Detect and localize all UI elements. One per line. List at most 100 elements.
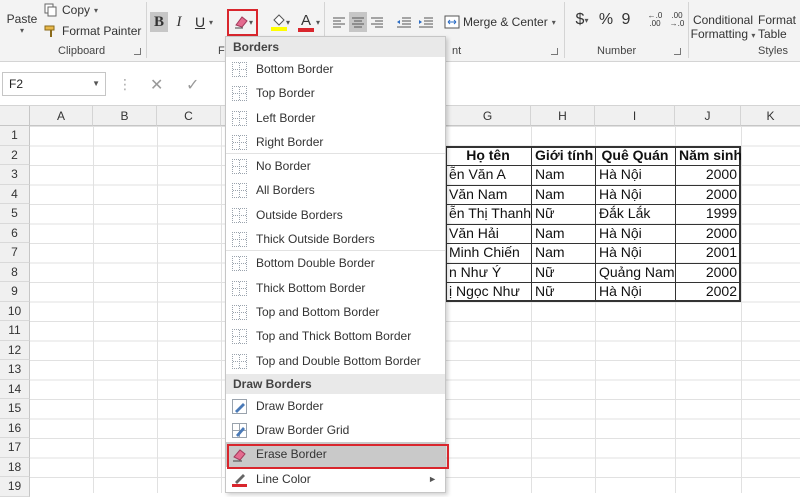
row-header[interactable]: 9 — [0, 282, 30, 302]
row-header[interactable]: 4 — [0, 184, 30, 204]
paste-button[interactable]: Paste ▾ — [2, 4, 42, 38]
table-cell[interactable]: 2000 — [675, 263, 741, 283]
format-painter-button[interactable]: Format Painter — [44, 21, 144, 41]
menu-item-top-border[interactable]: Top Border — [226, 81, 445, 105]
row-header[interactable]: 7 — [0, 243, 30, 263]
increase-decimal-button[interactable]: ←.0.00 — [643, 10, 667, 30]
menu-item-right-border[interactable]: Right Border — [226, 130, 445, 155]
row-header[interactable]: 12 — [0, 340, 30, 360]
row-header[interactable]: 6 — [0, 223, 30, 243]
increase-indent-button[interactable] — [416, 12, 436, 32]
row-header[interactable]: 5 — [0, 204, 30, 224]
table-cell[interactable]: 2001 — [675, 243, 741, 263]
table-cell[interactable]: Nam — [531, 243, 595, 263]
table-cell[interactable]: 2000 — [675, 165, 741, 185]
row-header[interactable]: 1 — [0, 126, 30, 146]
table-cell[interactable]: Hà Nội — [595, 282, 675, 302]
format-as-table-button[interactable]: Format Table — [758, 10, 800, 44]
fill-color-caret-icon[interactable]: ▾ — [286, 18, 290, 27]
table-cell[interactable]: ị Ngọc Như — [445, 282, 531, 302]
merge-center-button[interactable]: Merge & Center ▾ — [444, 12, 558, 32]
clipboard-launcher-icon[interactable] — [134, 48, 141, 55]
row-header[interactable]: 3 — [0, 165, 30, 185]
row-header[interactable]: 18 — [0, 457, 30, 477]
menu-item-all-borders[interactable]: All Borders — [226, 178, 445, 202]
menu-item-draw-border[interactable]: Draw Border — [226, 394, 445, 418]
row-header[interactable]: 8 — [0, 262, 30, 282]
row-header[interactable]: 17 — [0, 438, 30, 458]
menu-item-left-border[interactable]: Left Border — [226, 106, 445, 130]
menu-item-no-border[interactable]: No Border — [226, 154, 445, 178]
column-header-j[interactable]: J — [675, 106, 741, 126]
menu-item-bottom-border[interactable]: Bottom Border — [226, 57, 445, 81]
align-center-button[interactable] — [349, 12, 367, 32]
table-cell[interactable]: Hà Nội — [595, 185, 675, 205]
row-header[interactable]: 19 — [0, 477, 30, 497]
menu-item-draw-border-grid[interactable]: Draw Border Grid — [226, 418, 445, 442]
menu-item-outside-borders[interactable]: Outside Borders — [226, 203, 445, 227]
column-header-c[interactable]: C — [157, 106, 221, 126]
font-color-caret-icon[interactable]: ▾ — [316, 18, 320, 27]
table-header-cell[interactable]: Quê Quán — [595, 146, 675, 166]
number-launcher-icon[interactable] — [674, 48, 681, 55]
table-cell[interactable]: 1999 — [675, 204, 741, 224]
name-box[interactable]: F2 ▼ — [2, 72, 106, 96]
bold-button[interactable]: B — [150, 12, 168, 32]
conditional-formatting-button[interactable]: Conditional Formatting ▾ — [690, 10, 756, 44]
table-header-cell[interactable]: Họ tên — [445, 146, 531, 166]
table-header-cell[interactable]: Giới tính — [531, 146, 595, 166]
align-left-button[interactable] — [330, 12, 348, 32]
italic-button[interactable]: I — [171, 12, 187, 32]
row-header[interactable]: 13 — [0, 360, 30, 380]
menu-item-thick-bottom-border[interactable]: Thick Bottom Border — [226, 276, 445, 300]
column-header-h[interactable]: H — [531, 106, 595, 126]
table-cell[interactable]: 2002 — [675, 282, 741, 302]
table-header-cell[interactable]: Năm sinh — [675, 146, 741, 166]
table-cell[interactable]: Nam — [531, 224, 595, 244]
menu-item-bottom-double-border[interactable]: Bottom Double Border — [226, 251, 445, 275]
table-cell[interactable]: Hà Nội — [595, 165, 675, 185]
column-header-i[interactable]: I — [595, 106, 675, 126]
table-cell[interactable]: Đắk Lắk — [595, 204, 675, 224]
alignment-launcher-icon[interactable] — [551, 48, 558, 55]
row-header[interactable]: 15 — [0, 399, 30, 419]
table-cell[interactable]: ễn Thị Thanh — [445, 204, 531, 224]
decrease-decimal-button[interactable]: .00 →.0 — [665, 10, 689, 30]
row-header[interactable]: 2 — [0, 145, 30, 165]
table-cell[interactable]: Văn Nam — [445, 185, 531, 205]
table-cell[interactable]: Nữ — [531, 282, 595, 302]
column-header-a[interactable]: A — [30, 106, 93, 126]
menu-item-top-and-double-bottom-border[interactable]: Top and Double Bottom Border — [226, 349, 445, 373]
name-box-dropdown-icon[interactable]: ▼ — [92, 79, 100, 88]
decrease-indent-button[interactable] — [394, 12, 414, 32]
cancel-icon[interactable]: ✕ — [150, 75, 163, 95]
underline-button[interactable]: U — [192, 12, 208, 32]
currency-button[interactable]: $ ▾ — [568, 10, 596, 30]
comma-style-button[interactable]: 9 — [617, 10, 635, 30]
table-cell[interactable]: Nam — [531, 165, 595, 185]
table-cell[interactable]: Quảng Nam — [595, 263, 675, 283]
align-right-button[interactable] — [368, 12, 386, 32]
column-header-g[interactable]: G — [445, 106, 531, 126]
table-cell[interactable]: n Như Ý — [445, 263, 531, 283]
menu-item-top-and-thick-bottom-border[interactable]: Top and Thick Bottom Border — [226, 324, 445, 348]
table-cell[interactable]: Nữ — [531, 204, 595, 224]
table-cell[interactable]: 2000 — [675, 224, 741, 244]
row-header[interactable]: 11 — [0, 321, 30, 341]
menu-item-top-and-bottom-border[interactable]: Top and Bottom Border — [226, 300, 445, 324]
font-color-button[interactable]: A — [294, 10, 318, 34]
table-cell[interactable]: Nữ — [531, 263, 595, 283]
table-cell[interactable]: Nam — [531, 185, 595, 205]
select-all-corner[interactable] — [0, 106, 30, 126]
table-cell[interactable]: Minh Chiến — [445, 243, 531, 263]
table-cell[interactable]: Văn Hải — [445, 224, 531, 244]
enter-icon[interactable]: ✓ — [186, 75, 199, 95]
table-cell[interactable]: Hà Nội — [595, 224, 675, 244]
table-cell[interactable]: 2000 — [675, 185, 741, 205]
table-cell[interactable]: ễn Văn A — [445, 165, 531, 185]
column-header-b[interactable]: B — [93, 106, 157, 126]
menu-item-thick-outside-borders[interactable]: Thick Outside Borders — [226, 227, 445, 252]
menu-item-line-color[interactable]: Line Color ► — [226, 467, 445, 491]
row-header[interactable]: 16 — [0, 418, 30, 438]
table-cell[interactable]: Hà Nội — [595, 243, 675, 263]
